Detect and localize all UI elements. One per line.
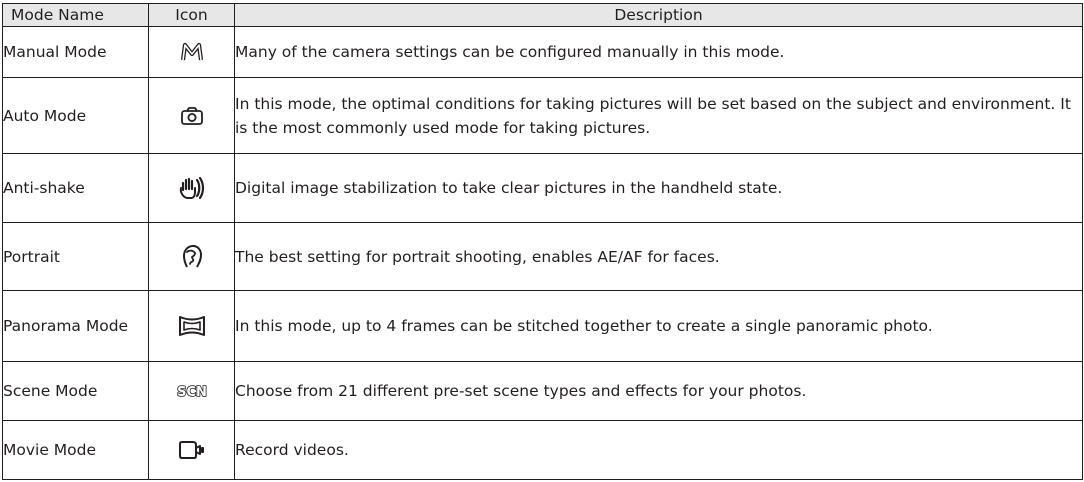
mode-description: The best setting for portrait shooting, … (234, 221, 1083, 292)
panorama-icon (149, 315, 234, 337)
mode-name: Panorama Mode (2, 290, 149, 363)
table-row: Anti-shake Digital image stabilization t… (2, 153, 1083, 223)
table-row: Auto Mode In this mode, the optimal cond… (2, 77, 1083, 155)
mode-description: In this mode, the optimal conditions for… (234, 77, 1083, 155)
mode-name: Anti-shake (2, 153, 149, 223)
mode-name: Movie Mode (2, 420, 149, 480)
table-row: Movie Mode Record videos. (2, 420, 1083, 480)
scn-icon-label: SCN (177, 385, 207, 400)
table-row: Portrait The best setting for portrait s… (2, 221, 1083, 292)
mode-name: Manual Mode (2, 25, 149, 79)
hand-shake-icon (149, 176, 234, 200)
mode-description: Choose from 21 different pre-set scene t… (234, 361, 1083, 422)
header-description: Description (234, 3, 1083, 27)
header-mode-name: Mode Name (2, 3, 149, 27)
header-icon: Icon (148, 3, 235, 27)
mode-name: Auto Mode (2, 77, 149, 155)
table-row: Manual Mode Many of the camera settings … (2, 25, 1083, 79)
table-row: Scene Mode SCN Choose from 21 different … (2, 361, 1083, 422)
mode-description: Digital image stabilization to take clea… (234, 153, 1083, 223)
mode-name: Portrait (2, 221, 149, 292)
manual-mode-icon (149, 42, 234, 62)
camera-icon (149, 106, 234, 126)
mode-description: Record videos. (234, 420, 1083, 480)
mode-table: Mode Name Icon Description Manual Mode M… (2, 3, 1083, 480)
movie-camera-icon (149, 440, 234, 460)
scn-icon: SCN (149, 381, 234, 401)
table-row: Panorama Mode In this mode, up to 4 fram… (2, 290, 1083, 363)
mode-description: Many of the camera settings can be confi… (234, 25, 1083, 79)
mode-name: Scene Mode (2, 361, 149, 422)
mode-description: In this mode, up to 4 frames can be stit… (234, 290, 1083, 363)
portrait-face-icon (149, 244, 234, 270)
header-row: Mode Name Icon Description (2, 3, 1083, 27)
